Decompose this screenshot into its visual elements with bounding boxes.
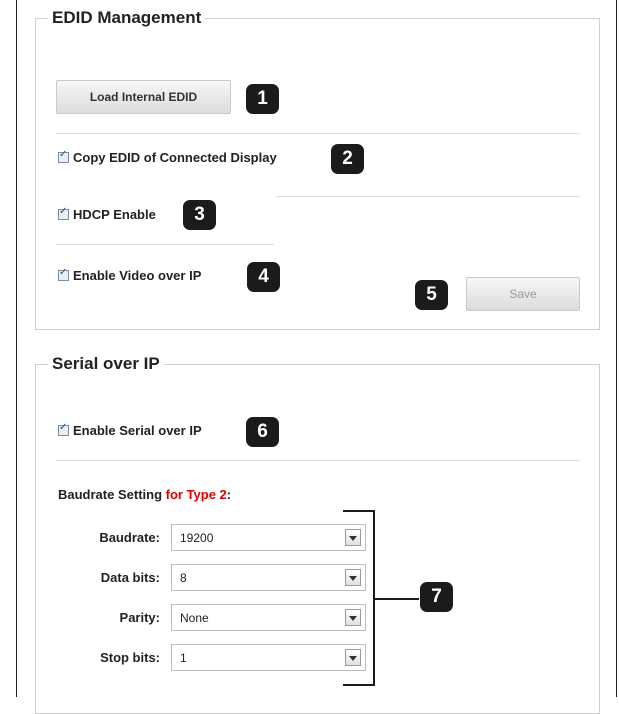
baud-heading-text: Baudrate Setting <box>58 487 166 502</box>
hdcp-label: HDCP Enable <box>73 207 156 222</box>
serial-panel-title: Serial over IP <box>52 354 160 373</box>
baudrate-select[interactable]: 19200 <box>171 524 366 551</box>
callout-badge-3: 3 <box>183 200 216 230</box>
callout-badge-6: 6 <box>246 417 279 447</box>
callout-badge-7: 7 <box>420 582 453 612</box>
data-bits-label: Data bits: <box>100 570 160 585</box>
frame-right-border <box>616 0 617 697</box>
copy-edid-checkbox[interactable] <box>58 149 69 163</box>
enable-serial-row[interactable]: Enable Serial over IP <box>58 422 202 438</box>
enable-serial-label: Enable Serial over IP <box>73 423 202 438</box>
callout-badge-5: 5 <box>415 280 448 310</box>
data-bits-value: 8 <box>180 570 187 585</box>
baudrate-value: 19200 <box>180 530 214 545</box>
frame-left-border <box>16 0 17 697</box>
callout-badge-1: 1 <box>246 84 279 114</box>
callout-badge-4: 4 <box>247 262 280 292</box>
video-over-ip-row[interactable]: Enable Video over IP <box>58 267 202 283</box>
load-internal-edid-button[interactable]: Load Internal EDID <box>56 80 231 114</box>
callout-bracket-line <box>375 598 419 600</box>
divider <box>56 460 580 461</box>
video-over-ip-checkbox[interactable] <box>58 267 69 281</box>
data-bits-select[interactable]: 8 <box>171 564 366 591</box>
parity-value: None <box>180 610 209 625</box>
callout-bracket <box>343 510 375 686</box>
hdcp-checkbox[interactable] <box>58 206 69 220</box>
enable-serial-checkbox[interactable] <box>58 422 69 436</box>
divider <box>56 244 274 245</box>
edid-panel-title: EDID Management <box>52 8 202 27</box>
baudrate-label: Baudrate: <box>99 530 160 545</box>
baud-heading-type: for Type 2 <box>165 487 227 502</box>
hdcp-row[interactable]: HDCP Enable <box>58 206 156 222</box>
stop-bits-label: Stop bits: <box>100 650 160 665</box>
save-button[interactable]: Save <box>466 277 580 311</box>
stop-bits-value: 1 <box>180 650 187 665</box>
divider <box>56 133 580 134</box>
callout-badge-2: 2 <box>331 144 364 174</box>
parity-label: Parity: <box>119 610 160 625</box>
copy-edid-row[interactable]: Copy EDID of Connected Display <box>58 149 277 165</box>
stop-bits-select[interactable]: 1 <box>171 644 366 671</box>
parity-select[interactable]: None <box>171 604 366 631</box>
baudrate-setting-heading: Baudrate Setting for Type 2: <box>58 487 231 502</box>
copy-edid-label: Copy EDID of Connected Display <box>73 150 277 165</box>
divider <box>276 196 580 197</box>
baud-heading-colon: : <box>226 487 232 502</box>
video-over-ip-label: Enable Video over IP <box>73 268 202 283</box>
